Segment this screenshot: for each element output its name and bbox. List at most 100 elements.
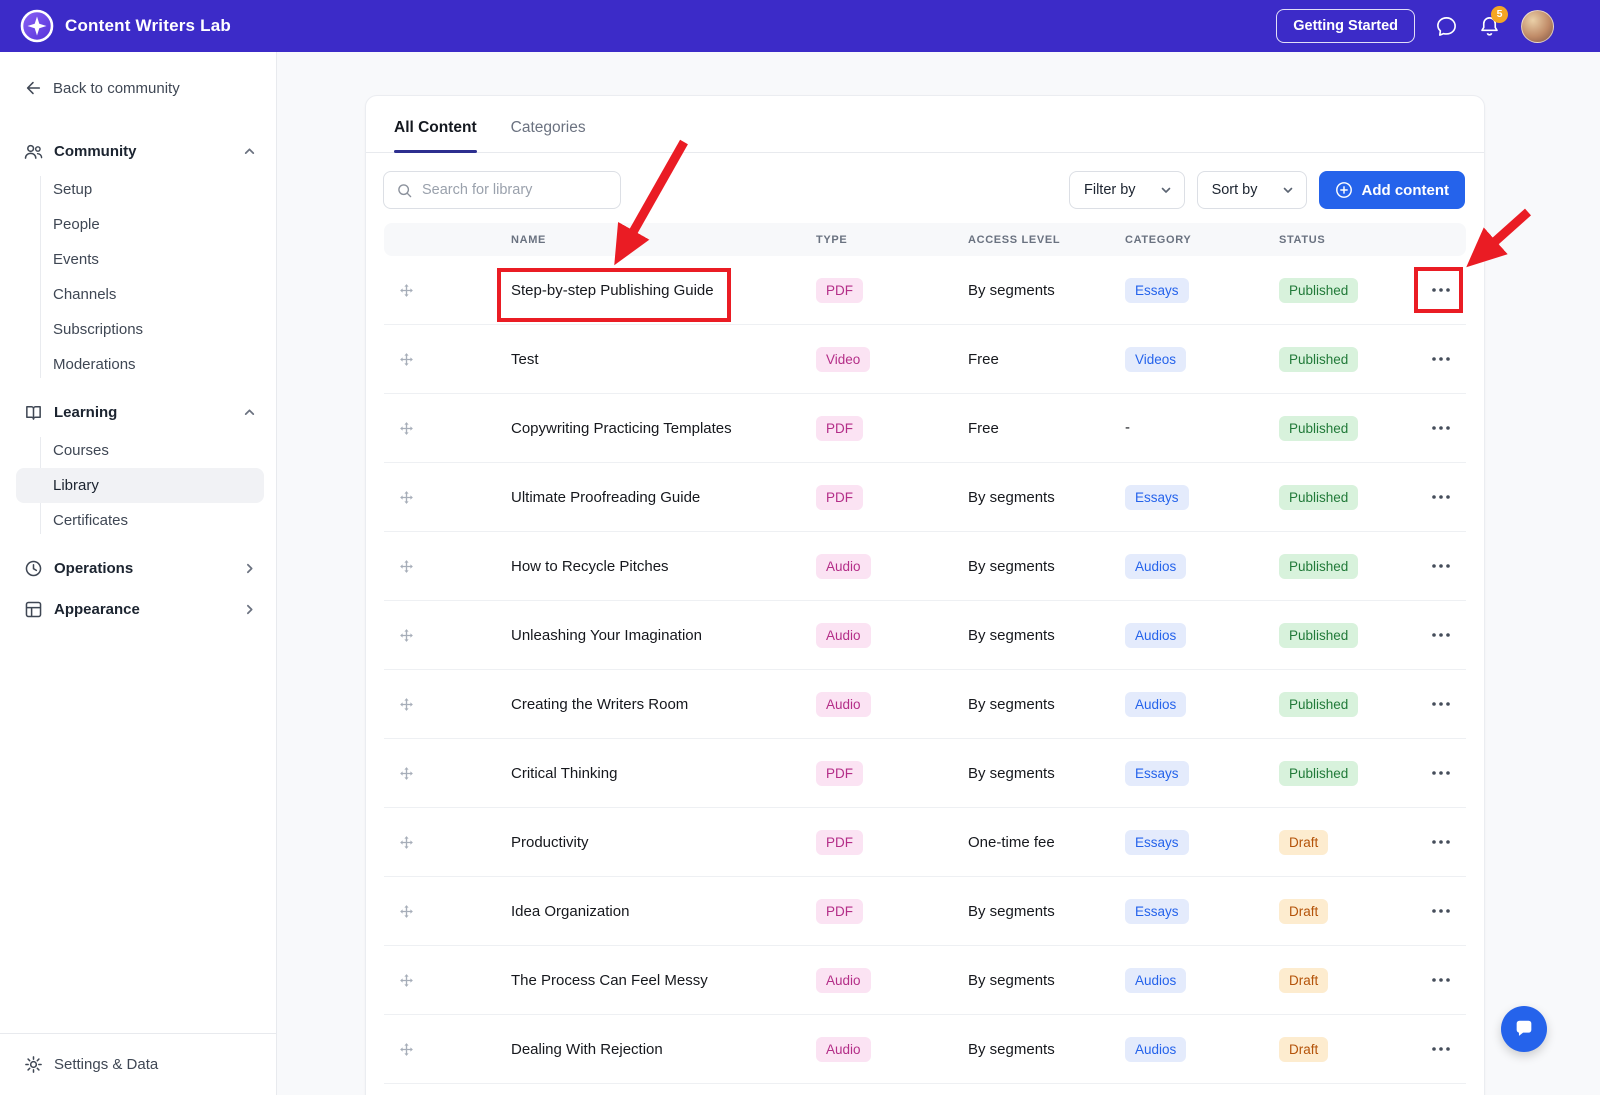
category-badge: Essays [1125, 830, 1189, 855]
row-menu-button[interactable] [1426, 627, 1456, 643]
add-content-button[interactable]: Add content [1319, 171, 1466, 209]
table-row: Idea Organization PDF By segments Essays… [384, 877, 1466, 946]
row-menu-button[interactable] [1426, 696, 1456, 712]
sidebar-section-learning[interactable]: Learning [0, 392, 276, 433]
row-menu-button[interactable] [1426, 834, 1456, 850]
sidebar-item-library[interactable]: Library [16, 468, 264, 503]
row-menu-button[interactable] [1426, 489, 1456, 505]
chat-bubble-icon [1435, 15, 1458, 38]
access-level: By segments [963, 558, 1120, 575]
table-row: Critical Thinking PDF By segments Essays… [384, 739, 1466, 808]
library-table: NAME TYPE ACCESS LEVEL CATEGORY STATUS S… [384, 223, 1466, 1084]
row-menu-button[interactable] [1426, 351, 1456, 367]
learning-icon [24, 403, 43, 422]
notifications-button[interactable]: 5 [1478, 15, 1501, 38]
drag-handle-icon[interactable] [399, 697, 414, 712]
drag-handle-icon[interactable] [399, 1042, 414, 1057]
type-badge: Audio [816, 968, 871, 993]
row-menu-button[interactable] [1426, 1041, 1456, 1057]
chat-icon [1513, 1018, 1535, 1040]
row-menu-button[interactable] [1426, 903, 1456, 919]
row-menu-button[interactable] [1426, 972, 1456, 988]
category-badge: Audios [1125, 968, 1186, 993]
status-badge: Draft [1279, 899, 1328, 924]
user-avatar[interactable] [1521, 10, 1554, 43]
row-name[interactable]: Creating the Writers Room [506, 696, 811, 713]
drag-handle-icon[interactable] [399, 973, 414, 988]
sidebar-item-subscriptions[interactable]: Subscriptions [16, 312, 264, 347]
drag-handle-icon[interactable] [399, 766, 414, 781]
row-name[interactable]: Idea Organization [506, 903, 811, 920]
table-row: Productivity PDF One-time fee Essays Dra… [384, 808, 1466, 877]
messages-button[interactable] [1435, 15, 1458, 38]
column-header-name: NAME [506, 234, 811, 246]
row-name[interactable]: How to Recycle Pitches [506, 558, 811, 575]
column-header-status: STATUS [1274, 234, 1414, 246]
category-badge: Essays [1125, 899, 1189, 924]
sidebar-item-setup[interactable]: Setup [16, 172, 264, 207]
chevron-right-icon [243, 562, 256, 575]
back-to-community-link[interactable]: Back to community [0, 52, 276, 117]
sidebar-item-events[interactable]: Events [16, 242, 264, 277]
access-level: By segments [963, 765, 1120, 782]
getting-started-button[interactable]: Getting Started [1276, 9, 1415, 43]
drag-handle-icon[interactable] [399, 628, 414, 643]
drag-handle-icon[interactable] [399, 904, 414, 919]
drag-handle-icon[interactable] [399, 559, 414, 574]
access-level: One-time fee [963, 834, 1120, 851]
access-level: By segments [963, 903, 1120, 920]
chevron-down-icon [1160, 184, 1172, 196]
plus-circle-icon [1335, 181, 1353, 199]
row-name[interactable]: The Process Can Feel Messy [506, 972, 811, 989]
row-name[interactable]: Dealing With Rejection [506, 1041, 811, 1058]
row-name[interactable]: Ultimate Proofreading Guide [506, 489, 811, 506]
tab-categories[interactable]: Categories [511, 119, 586, 152]
filter-by-select[interactable]: Filter by [1069, 171, 1185, 209]
settings-and-data-link[interactable]: Settings & Data [0, 1033, 276, 1095]
sidebar-section-appearance[interactable]: Appearance [0, 589, 276, 630]
drag-handle-icon[interactable] [399, 283, 414, 298]
sidebar-item-channels[interactable]: Channels [16, 277, 264, 312]
status-badge: Published [1279, 761, 1358, 786]
sidebar-section-community[interactable]: Community [0, 131, 276, 172]
sort-by-select[interactable]: Sort by [1197, 171, 1307, 209]
row-menu-button[interactable] [1426, 420, 1456, 436]
row-name[interactable]: Test [506, 351, 811, 368]
drag-handle-icon[interactable] [399, 352, 414, 367]
table-row: Copywriting Practicing Templates Copywri… [384, 394, 1466, 463]
table-row: The Process Can Feel Messy Audio By segm… [384, 946, 1466, 1015]
support-chat-button[interactable] [1501, 1006, 1547, 1052]
sidebar-item-moderations[interactable]: Moderations [16, 347, 264, 382]
drag-handle-icon[interactable] [399, 835, 414, 850]
row-name[interactable]: Copywriting Practicing Templates [506, 420, 811, 437]
row-name[interactable]: Unleashing Your Imagination [506, 627, 811, 644]
type-badge: PDF [816, 416, 863, 441]
type-badge: Video [816, 347, 870, 372]
sidebar-item-people[interactable]: People [16, 207, 264, 242]
row-name[interactable]: Step-by-step Publishing Guide [506, 282, 811, 299]
row-name[interactable]: Critical Thinking [506, 765, 811, 782]
access-level: By segments [963, 1041, 1120, 1058]
table-row: How to Recycle Pitches How to Recycle Pi… [384, 532, 1466, 601]
sidebar-section-operations[interactable]: Operations [0, 548, 276, 589]
row-menu-button[interactable] [1426, 765, 1456, 781]
row-menu-button[interactable] [1426, 282, 1456, 298]
appearance-icon [24, 600, 43, 619]
search-input[interactable] [422, 182, 608, 198]
sidebar-item-certificates[interactable]: Certificates [16, 503, 264, 538]
library-card: All Content Categories Filter by [365, 95, 1485, 1095]
search-box[interactable] [383, 171, 621, 209]
tab-all-content[interactable]: All Content [394, 119, 477, 152]
drag-handle-icon[interactable] [399, 490, 414, 505]
row-menu-button[interactable] [1426, 558, 1456, 574]
sidebar-item-courses[interactable]: Courses [16, 433, 264, 468]
drag-handle-icon[interactable] [399, 421, 414, 436]
operations-icon [24, 559, 43, 578]
table-row: Test Video Free Videos Published [384, 325, 1466, 394]
column-header-access-level: ACCESS LEVEL [963, 234, 1120, 246]
status-badge: Draft [1279, 1037, 1328, 1062]
category-badge: Audios [1125, 692, 1186, 717]
row-name[interactable]: Productivity [506, 834, 811, 851]
brand: Content Writers Lab [20, 9, 231, 43]
type-badge: PDF [816, 761, 863, 786]
